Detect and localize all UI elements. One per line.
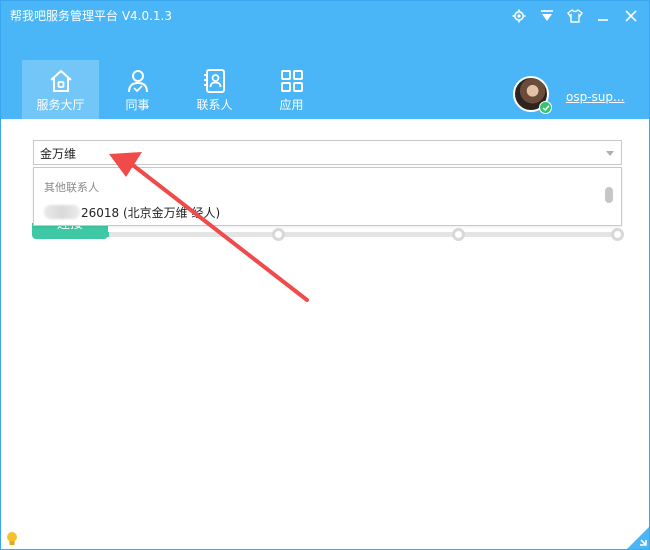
dropdown-menu-icon[interactable] [537, 5, 557, 27]
contact-search-input[interactable]: 金万维 [33, 140, 622, 165]
window-title: 帮我吧服务管理平台 V4.0.1.3 [10, 9, 173, 23]
nav-colleagues[interactable]: 同事 [99, 60, 176, 119]
header-bar: 帮我吧服务管理平台 V4.0.1.3 服务大厅 同事 联系人 应用 osp-su… [1, 1, 649, 119]
contact-result-text: 26018 (北京金万维 经人) [81, 206, 221, 220]
gear-icon[interactable] [509, 5, 529, 27]
nav-label: 同事 [125, 98, 150, 112]
nav-apps[interactable]: 应用 [253, 60, 330, 119]
progress-track [33, 232, 621, 237]
progress-step-node [452, 228, 465, 241]
home-icon [48, 68, 74, 94]
minimize-icon[interactable] [593, 5, 613, 27]
nav-contacts[interactable]: 联系人 [176, 60, 253, 119]
main-nav: 服务大厅 同事 联系人 应用 [22, 60, 330, 119]
close-icon[interactable] [621, 5, 641, 27]
progress-step-node [272, 228, 285, 241]
lightbulb-icon[interactable] [5, 531, 19, 547]
progress-step-node [611, 228, 624, 241]
nav-label: 应用 [279, 98, 304, 112]
skin-icon[interactable] [565, 5, 585, 27]
nav-label: 联系人 [196, 98, 233, 112]
chevron-down-icon[interactable] [606, 151, 614, 156]
dropdown-scrollbar[interactable] [605, 187, 613, 203]
contact-result-item[interactable]: 26018 (北京金万维 经人) [44, 204, 220, 221]
window-controls [509, 5, 641, 27]
contacts-icon [203, 68, 227, 94]
app-window: 帮我吧服务管理平台 V4.0.1.3 服务大厅 同事 联系人 应用 osp-su… [0, 0, 650, 550]
colleague-icon [125, 68, 151, 94]
search-value: 金万维 [40, 147, 77, 161]
apps-icon [280, 68, 304, 94]
search-results-dropdown: 其他联系人 26018 (北京金万维 经人) [33, 167, 622, 226]
nav-service-hall[interactable]: 服务大厅 [22, 60, 99, 119]
online-status-icon [539, 101, 552, 114]
username-link[interactable]: osp-sup... [566, 90, 624, 104]
nav-label: 服务大厅 [36, 98, 85, 112]
redacted-text [44, 205, 80, 219]
dropdown-group-label: 其他联系人 [44, 181, 99, 194]
corner-return-icon[interactable] [625, 525, 649, 549]
